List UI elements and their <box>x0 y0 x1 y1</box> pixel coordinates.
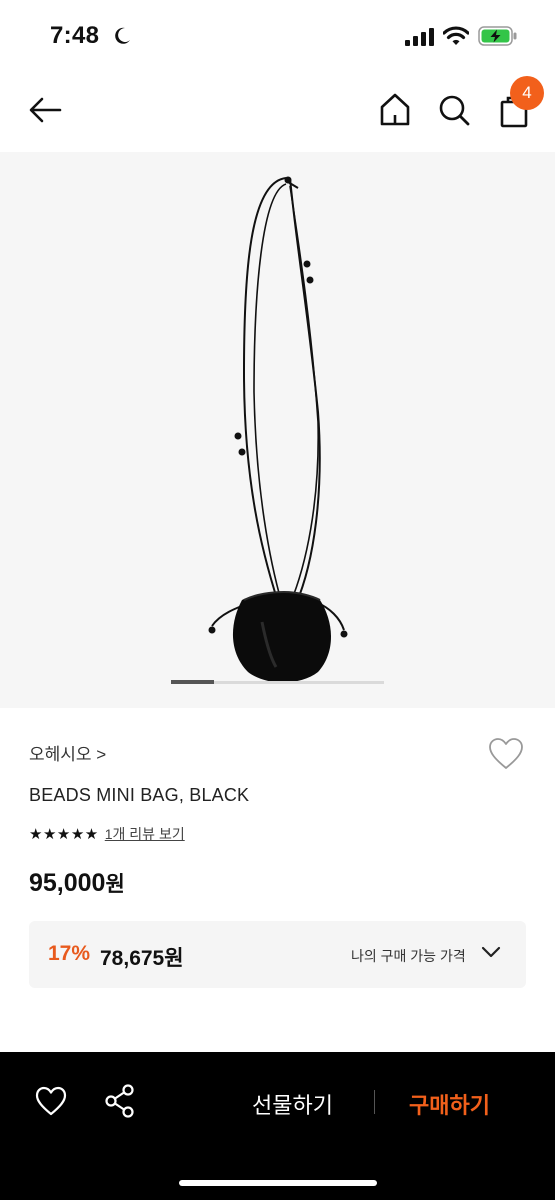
divider <box>374 1090 375 1114</box>
rating-row: ★★★★★ 1개 리뷰 보기 <box>29 823 185 845</box>
price-currency: 원 <box>105 873 125 896</box>
battery-icon <box>478 26 518 51</box>
drawstring-bag-illustration <box>208 176 348 683</box>
moon-icon <box>112 26 132 51</box>
share-icon <box>105 1084 134 1118</box>
heart-icon <box>489 738 523 769</box>
cart-count-badge: 4 <box>510 76 544 110</box>
bottom-wishlist-button[interactable] <box>34 1085 68 1117</box>
wishlist-button[interactable] <box>487 736 525 772</box>
buy-button[interactable]: 구매하기 <box>409 1088 490 1120</box>
share-button[interactable] <box>104 1083 136 1119</box>
product-name: BEADS MINI BAG, BLACK <box>29 785 250 805</box>
discount-price-box[interactable]: 17% 78,675원 나의 구매 가능 가격 <box>29 921 526 988</box>
discount-rate: 17% <box>48 942 91 965</box>
star-rating: ★★★★★ <box>29 826 99 843</box>
price-value: 95,000 <box>29 869 106 897</box>
top-nav-bar <box>0 76 555 146</box>
chevron-down-icon <box>481 945 501 964</box>
status-bar: 7:48 <box>0 0 555 70</box>
arrow-left-icon <box>29 97 62 123</box>
status-time: 7:48 <box>50 22 100 49</box>
home-indicator <box>179 1180 377 1186</box>
brand-link[interactable]: 오헤시오 > <box>29 740 106 765</box>
discount-label: 나의 구매 가능 가격 <box>351 948 466 964</box>
wifi-icon <box>442 25 470 52</box>
bottom-action-bar <box>0 1052 555 1200</box>
carousel-indicator <box>171 680 214 684</box>
search-button[interactable] <box>435 90 473 130</box>
home-icon <box>380 93 410 126</box>
product-price: 95,000원 <box>29 868 125 898</box>
discount-price: 78,675원 <box>100 947 184 970</box>
back-button[interactable] <box>26 90 66 130</box>
review-link[interactable]: 1개 리뷰 보기 <box>105 824 185 844</box>
product-image[interactable] <box>0 152 555 708</box>
gift-button[interactable]: 선물하기 <box>252 1088 333 1120</box>
search-icon <box>439 95 470 126</box>
signal-icon <box>405 28 435 51</box>
home-button[interactable] <box>376 90 414 130</box>
heart-icon <box>35 1086 67 1116</box>
